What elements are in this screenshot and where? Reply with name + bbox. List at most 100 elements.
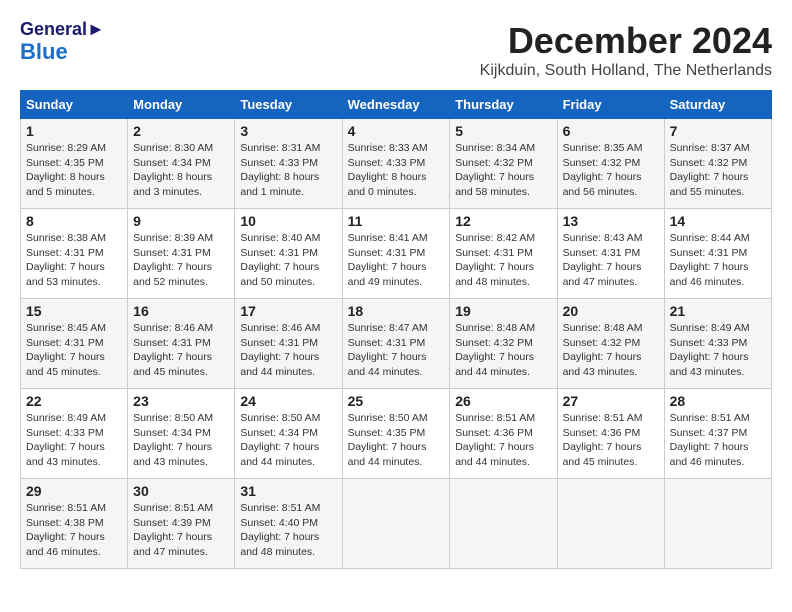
calendar-day-cell: 3 Sunrise: 8:31 AMSunset: 4:33 PMDaylight… <box>235 119 342 209</box>
calendar-day-cell: 12Sunrise: 8:42 AMSunset: 4:31 PMDayligh… <box>450 209 557 299</box>
day-number: 6 <box>563 123 659 139</box>
weekday-header-cell: Thursday <box>450 91 557 119</box>
day-info: Sunrise: 8:47 AMSunset: 4:31 PMDaylight:… <box>348 321 445 380</box>
weekday-header-cell: Saturday <box>664 91 771 119</box>
calendar-day-cell: 4Sunrise: 8:33 AMSunset: 4:33 PMDaylight… <box>342 119 450 209</box>
logo-general: General► <box>20 20 105 40</box>
calendar-day-cell: 21 Sunrise: 8:49 AMSunset: 4:33 PMDayligh… <box>664 299 771 389</box>
calendar-day-cell: 5 Sunrise: 8:34 AMSunset: 4:32 PMDaylight… <box>450 119 557 209</box>
day-info: Sunrise: 8:39 AMSunset: 4:31 PMDaylight:… <box>133 231 229 290</box>
calendar-day-cell: 26 Sunrise: 8:51 AMSunset: 4:36 PMDayligh… <box>450 389 557 479</box>
calendar-day-cell: 17 Sunrise: 8:46 AMSunset: 4:31 PMDayligh… <box>235 299 342 389</box>
calendar-day-cell: 31 Sunrise: 8:51 AMSunset: 4:40 PMDayligh… <box>235 479 342 569</box>
day-info: Sunrise: 8:51 AMSunset: 4:36 PMDaylight:… <box>455 411 551 470</box>
calendar-week-row: 29 Sunrise: 8:51 AMSunset: 4:38 PMDayligh… <box>21 479 772 569</box>
day-info: Sunrise: 8:40 AMSunset: 4:31 PMDaylight:… <box>240 231 336 290</box>
day-number: 16 <box>133 303 229 319</box>
calendar-day-cell: 19 Sunrise: 8:48 AMSunset: 4:32 PMDayligh… <box>450 299 557 389</box>
day-info: Sunrise: 8:35 AMSunset: 4:32 PMDaylight:… <box>563 141 659 200</box>
calendar-day-cell: 20 Sunrise: 8:48 AMSunset: 4:32 PMDayligh… <box>557 299 664 389</box>
day-number: 9 <box>133 213 229 229</box>
day-info: Sunrise: 8:44 AMSunset: 4:31 PMDaylight:… <box>670 231 766 290</box>
day-number: 11 <box>348 213 445 229</box>
day-info: Sunrise: 8:34 AMSunset: 4:32 PMDaylight:… <box>455 141 551 200</box>
day-info: Sunrise: 8:50 AMSunset: 4:34 PMDaylight:… <box>133 411 229 470</box>
day-number: 25 <box>348 393 445 409</box>
day-info: Sunrise: 8:46 AMSunset: 4:31 PMDaylight:… <box>133 321 229 380</box>
day-info: Sunrise: 8:50 AMSunset: 4:35 PMDaylight:… <box>348 411 445 470</box>
calendar-week-row: 8Sunrise: 8:38 AMSunset: 4:31 PMDaylight… <box>21 209 772 299</box>
day-number: 7 <box>670 123 766 139</box>
day-info: Sunrise: 8:49 AMSunset: 4:33 PMDaylight:… <box>670 321 766 380</box>
calendar-week-row: 15Sunrise: 8:45 AMSunset: 4:31 PMDayligh… <box>21 299 772 389</box>
calendar-day-cell: 30Sunrise: 8:51 AMSunset: 4:39 PMDayligh… <box>128 479 235 569</box>
day-number: 22 <box>26 393 122 409</box>
day-number: 13 <box>563 213 659 229</box>
weekday-header-row: SundayMondayTuesdayWednesdayThursdayFrid… <box>21 91 772 119</box>
day-info: Sunrise: 8:49 AMSunset: 4:33 PMDaylight:… <box>26 411 122 470</box>
day-number: 10 <box>240 213 336 229</box>
day-number: 31 <box>240 483 336 499</box>
day-number: 27 <box>563 393 659 409</box>
day-info: Sunrise: 8:50 AMSunset: 4:34 PMDaylight:… <box>240 411 336 470</box>
calendar-day-cell: 23 Sunrise: 8:50 AMSunset: 4:34 PMDayligh… <box>128 389 235 479</box>
logo: General► Blue <box>20 20 105 64</box>
calendar-week-row: 1Sunrise: 8:29 AMSunset: 4:35 PMDaylight… <box>21 119 772 209</box>
day-number: 24 <box>240 393 336 409</box>
day-number: 23 <box>133 393 229 409</box>
day-number: 29 <box>26 483 122 499</box>
day-number: 5 <box>455 123 551 139</box>
day-info: Sunrise: 8:38 AMSunset: 4:31 PMDaylight:… <box>26 231 122 290</box>
day-info: Sunrise: 8:43 AMSunset: 4:31 PMDaylight:… <box>563 231 659 290</box>
day-number: 15 <box>26 303 122 319</box>
calendar-week-row: 22 Sunrise: 8:49 AMSunset: 4:33 PMDayligh… <box>21 389 772 479</box>
location-title: Kijkduin, South Holland, The Netherlands <box>480 62 772 80</box>
day-number: 19 <box>455 303 551 319</box>
calendar-day-cell: 8Sunrise: 8:38 AMSunset: 4:31 PMDaylight… <box>21 209 128 299</box>
day-number: 1 <box>26 123 122 139</box>
day-number: 28 <box>670 393 766 409</box>
day-number: 2 <box>133 123 229 139</box>
day-info: Sunrise: 8:46 AMSunset: 4:31 PMDaylight:… <box>240 321 336 380</box>
calendar-day-cell: 24 Sunrise: 8:50 AMSunset: 4:34 PMDayligh… <box>235 389 342 479</box>
calendar-day-cell <box>664 479 771 569</box>
day-info: Sunrise: 8:31 AMSunset: 4:33 PMDaylight:… <box>240 141 336 200</box>
weekday-header-cell: Tuesday <box>235 91 342 119</box>
calendar-day-cell: 27Sunrise: 8:51 AMSunset: 4:36 PMDayligh… <box>557 389 664 479</box>
calendar-table: SundayMondayTuesdayWednesdayThursdayFrid… <box>20 90 772 569</box>
month-title: December 2024 <box>480 20 772 62</box>
title-area: December 2024 Kijkduin, South Holland, T… <box>480 20 772 80</box>
day-number: 18 <box>348 303 445 319</box>
calendar-day-cell: 16 Sunrise: 8:46 AMSunset: 4:31 PMDayligh… <box>128 299 235 389</box>
day-info: Sunrise: 8:51 AMSunset: 4:40 PMDaylight:… <box>240 501 336 560</box>
calendar-day-cell: 1Sunrise: 8:29 AMSunset: 4:35 PMDaylight… <box>21 119 128 209</box>
day-number: 12 <box>455 213 551 229</box>
weekday-header-cell: Monday <box>128 91 235 119</box>
calendar-day-cell: 6 Sunrise: 8:35 AMSunset: 4:32 PMDaylight… <box>557 119 664 209</box>
weekday-header-cell: Friday <box>557 91 664 119</box>
day-number: 26 <box>455 393 551 409</box>
calendar-day-cell: 10 Sunrise: 8:40 AMSunset: 4:31 PMDayligh… <box>235 209 342 299</box>
calendar-day-cell: 11Sunrise: 8:41 AMSunset: 4:31 PMDayligh… <box>342 209 450 299</box>
day-info: Sunrise: 8:51 AMSunset: 4:39 PMDaylight:… <box>133 501 229 560</box>
day-number: 14 <box>670 213 766 229</box>
day-info: Sunrise: 8:48 AMSunset: 4:32 PMDaylight:… <box>455 321 551 380</box>
day-number: 17 <box>240 303 336 319</box>
calendar-day-cell: 18 Sunrise: 8:47 AMSunset: 4:31 PMDayligh… <box>342 299 450 389</box>
day-number: 3 <box>240 123 336 139</box>
calendar-day-cell: 28Sunrise: 8:51 AMSunset: 4:37 PMDayligh… <box>664 389 771 479</box>
day-number: 20 <box>563 303 659 319</box>
page-header: General► Blue December 2024 Kijkduin, So… <box>20 20 772 80</box>
day-info: Sunrise: 8:51 AMSunset: 4:38 PMDaylight:… <box>26 501 122 560</box>
calendar-day-cell: 29 Sunrise: 8:51 AMSunset: 4:38 PMDayligh… <box>21 479 128 569</box>
calendar-day-cell: 25 Sunrise: 8:50 AMSunset: 4:35 PMDayligh… <box>342 389 450 479</box>
day-number: 21 <box>670 303 766 319</box>
day-info: Sunrise: 8:37 AMSunset: 4:32 PMDaylight:… <box>670 141 766 200</box>
weekday-header-cell: Wednesday <box>342 91 450 119</box>
calendar-body: 1Sunrise: 8:29 AMSunset: 4:35 PMDaylight… <box>21 119 772 569</box>
day-info: Sunrise: 8:48 AMSunset: 4:32 PMDaylight:… <box>563 321 659 380</box>
calendar-day-cell: 15Sunrise: 8:45 AMSunset: 4:31 PMDayligh… <box>21 299 128 389</box>
calendar-day-cell: 22 Sunrise: 8:49 AMSunset: 4:33 PMDayligh… <box>21 389 128 479</box>
calendar-day-cell: 9 Sunrise: 8:39 AMSunset: 4:31 PMDaylight… <box>128 209 235 299</box>
calendar-day-cell: 13 Sunrise: 8:43 AMSunset: 4:31 PMDayligh… <box>557 209 664 299</box>
